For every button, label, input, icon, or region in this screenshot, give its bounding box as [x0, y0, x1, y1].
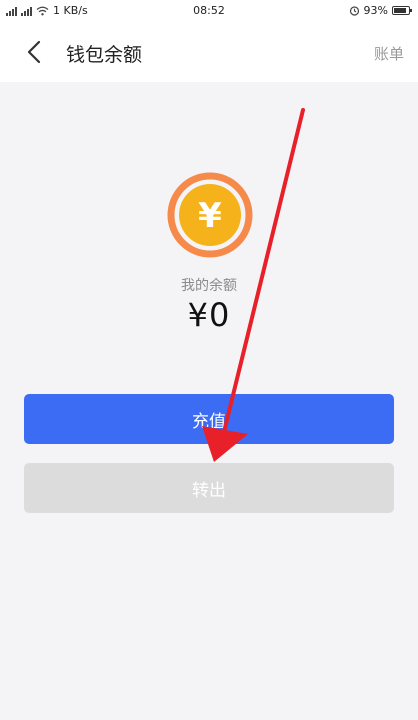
alarm-icon [349, 6, 359, 16]
battery-percent: 93% [363, 4, 388, 17]
page-title: 钱包余额 [66, 44, 143, 66]
coin-icon: ¥ [167, 172, 253, 258]
withdraw-label: 转出 [192, 480, 226, 501]
wallet-content: ¥ 我的余额 ¥0 充值 转出 [0, 82, 418, 720]
recharge-label: 充值 [192, 411, 226, 432]
status-right: 93% [349, 4, 412, 17]
coin-symbol: ¥ [198, 196, 222, 236]
back-button[interactable] [18, 36, 50, 68]
balance-label: 我的余额 [181, 278, 237, 294]
status-bar: 1 KB/s 08:52 93% [0, 0, 418, 22]
battery-icon [392, 6, 412, 15]
app-header: 钱包余额 账单 [0, 22, 418, 82]
withdraw-button[interactable]: 转出 [24, 463, 394, 513]
balance-amount: ¥0 [187, 296, 231, 334]
chevron-left-icon [27, 40, 41, 64]
bill-link[interactable]: 账单 [374, 43, 404, 64]
recharge-button[interactable]: 充值 [24, 394, 394, 444]
